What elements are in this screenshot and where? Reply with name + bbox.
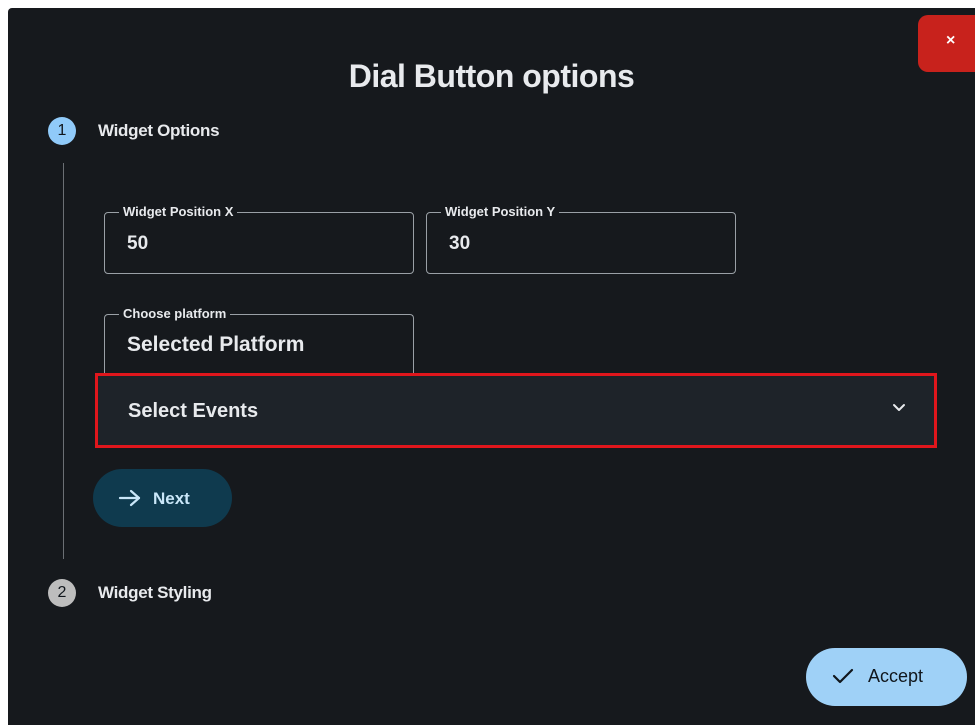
- step-2-label[interactable]: Widget Styling: [98, 583, 212, 603]
- step-1-badge: 1: [48, 117, 76, 145]
- widget-position-x-field[interactable]: Widget Position X 50: [104, 204, 414, 274]
- widget-position-y-field[interactable]: Widget Position Y 30: [426, 204, 736, 274]
- close-button[interactable]: ×: [918, 15, 975, 72]
- select-events-label: Select Events: [128, 400, 259, 422]
- dial-button-options-dialog: Dial Button options 1 Widget Options Wid…: [8, 8, 975, 725]
- choose-platform-value[interactable]: Selected Platform: [127, 333, 304, 357]
- accept-button[interactable]: Accept: [806, 648, 967, 706]
- step-2-badge: 2: [48, 579, 76, 607]
- widget-position-y-label: Widget Position Y: [441, 204, 560, 219]
- widget-position-x-value[interactable]: 50: [127, 233, 148, 255]
- chevron-down-icon: [893, 404, 905, 411]
- choose-platform-field[interactable]: Choose platform Selected Platform: [104, 306, 414, 378]
- check-icon: [832, 668, 854, 684]
- choose-platform-label: Choose platform: [119, 306, 231, 321]
- dialog-title: Dial Button options: [348, 58, 635, 94]
- select-events-dropdown[interactable]: Select Events: [95, 373, 937, 448]
- next-button[interactable]: Next: [93, 469, 232, 527]
- close-icon: ×: [946, 32, 956, 49]
- step-connector: [63, 163, 64, 559]
- step-1-label[interactable]: Widget Options: [98, 121, 220, 141]
- next-button-label: Next: [153, 489, 190, 508]
- accept-button-label: Accept: [868, 666, 924, 686]
- arrow-right-icon: [118, 489, 141, 507]
- widget-position-y-value[interactable]: 30: [449, 233, 470, 255]
- widget-position-x-label: Widget Position X: [119, 204, 238, 219]
